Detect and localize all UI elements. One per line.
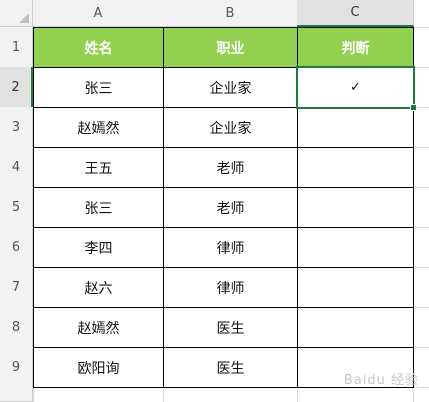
cell-c6[interactable]	[298, 228, 413, 267]
cell-a9[interactable]: 欧阳询	[34, 348, 163, 387]
row-header-8[interactable]: 8	[0, 307, 33, 348]
watermark: Baidu 经验	[343, 373, 419, 388]
select-all-corner[interactable]	[0, 0, 33, 27]
row-header-1[interactable]: 1	[0, 27, 33, 68]
cell-c8[interactable]	[298, 308, 413, 347]
row-header-5[interactable]: 5	[0, 187, 33, 228]
spreadsheet: A B C 1 2 3 4 5 6 7 8 9 姓名 职业 判断 张三 企业家 …	[0, 0, 429, 402]
cell-c5[interactable]	[298, 188, 413, 227]
row-header-7[interactable]: 7	[0, 267, 33, 308]
cell-a7[interactable]: 赵六	[34, 268, 163, 307]
cell-b6[interactable]: 律师	[164, 228, 297, 267]
cell-a6[interactable]: 李四	[34, 228, 163, 267]
row-header-6[interactable]: 6	[0, 227, 33, 268]
cell-b5[interactable]: 老师	[164, 188, 297, 227]
cell-a8[interactable]: 赵嫣然	[34, 308, 163, 347]
row-header-3[interactable]: 3	[0, 107, 33, 148]
row-header-10[interactable]	[0, 387, 33, 402]
column-header-c[interactable]: C	[297, 0, 414, 27]
cell-c7[interactable]	[298, 268, 413, 307]
cell-b3[interactable]: 企业家	[164, 108, 297, 147]
cell-b4[interactable]: 老师	[164, 148, 297, 187]
column-header-a[interactable]: A	[33, 0, 164, 27]
cell-a3[interactable]: 赵嫣然	[34, 108, 163, 147]
cell-b2[interactable]: 企业家	[164, 68, 297, 107]
cell-a4[interactable]: 王五	[34, 148, 163, 187]
row-header-4[interactable]: 4	[0, 147, 33, 188]
column-header-b[interactable]: B	[163, 0, 298, 27]
cell-a2[interactable]: 张三	[34, 68, 163, 107]
row-header-9[interactable]: 9	[0, 347, 33, 388]
cell-b9[interactable]: 医生	[164, 348, 297, 387]
cell-c1[interactable]: 判断	[298, 28, 413, 67]
cell-b7[interactable]: 律师	[164, 268, 297, 307]
cell-a5[interactable]: 张三	[34, 188, 163, 227]
cell-b1[interactable]: 职业	[164, 28, 297, 67]
cell-c4[interactable]	[298, 148, 413, 187]
cell-b8[interactable]: 医生	[164, 308, 297, 347]
cell-a1[interactable]: 姓名	[34, 28, 163, 67]
cell-selection[interactable]	[296, 66, 417, 111]
fill-handle[interactable]	[410, 104, 417, 111]
row-header-2[interactable]: 2	[0, 67, 33, 108]
cell-c3[interactable]	[298, 108, 413, 147]
